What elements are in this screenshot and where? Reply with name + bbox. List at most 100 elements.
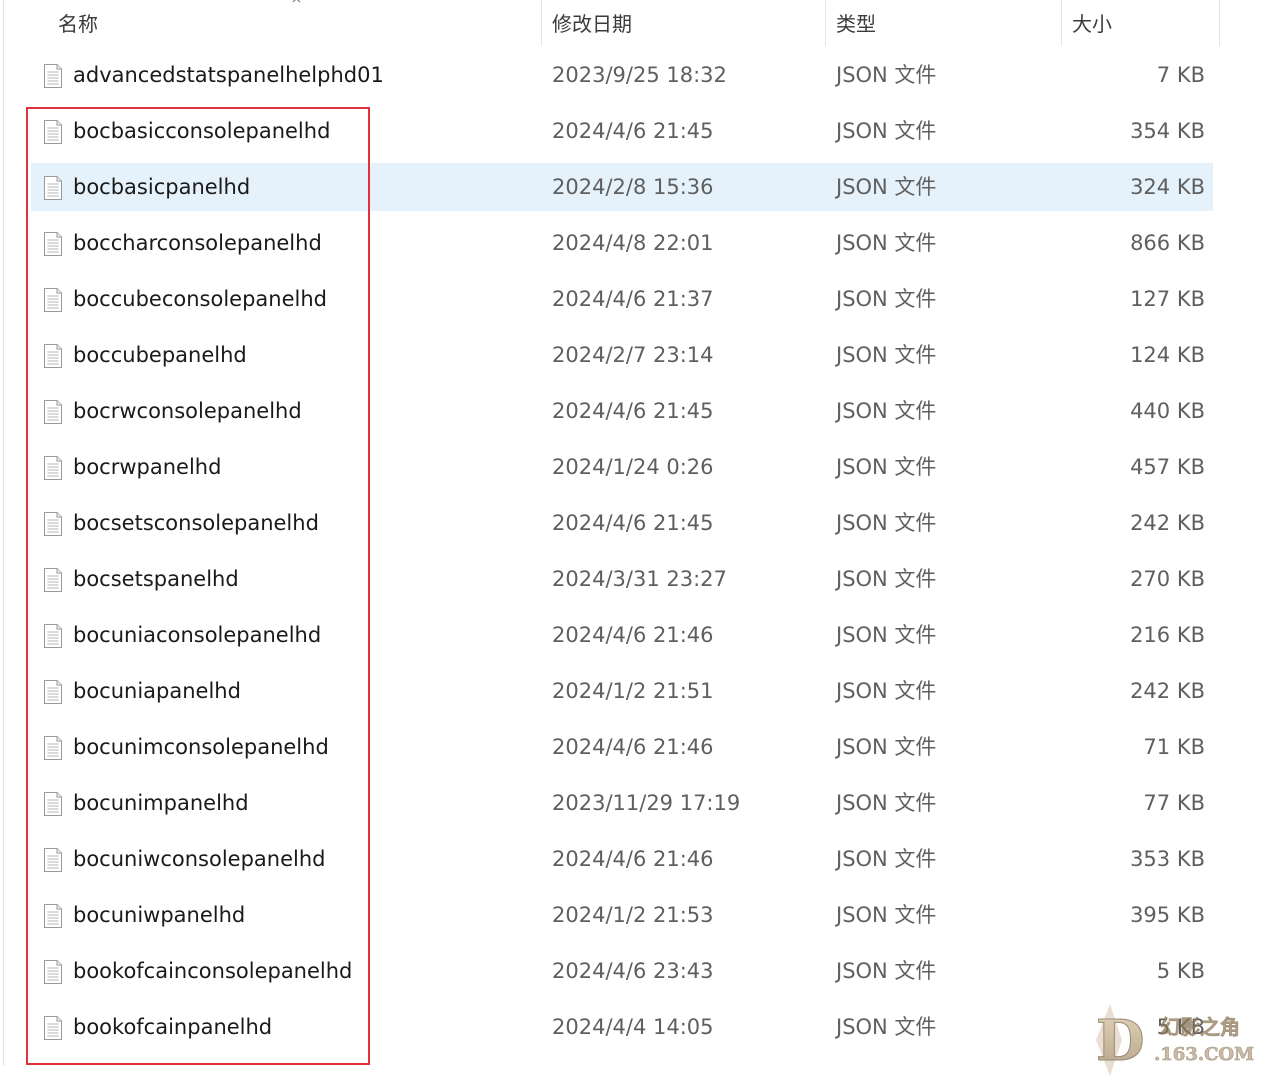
file-row[interactable]: bocsetsconsolepanelhd 2024/4/6 21:45 JSON …: [31, 499, 1213, 547]
file-modified-date: 2024/4/6 21:45: [552, 399, 714, 423]
watermark-text: 幻影之角: [1160, 1015, 1240, 1039]
file-modified-date: 2024/4/4 14:05: [552, 1015, 714, 1039]
column-divider[interactable]: [825, 0, 826, 46]
file-modified-date: 2024/4/6 21:37: [552, 287, 714, 311]
file-type: JSON 文件: [836, 343, 937, 367]
file-name: bocbasicpanelhd: [73, 175, 251, 199]
file-row[interactable]: boccubeconsolepanelhd 2024/4/6 21:37 JSON …: [31, 275, 1213, 323]
file-name: bocsetspanelhd: [73, 567, 239, 591]
file-name: bocsetsconsolepanelhd: [73, 511, 319, 535]
json-file-icon: [44, 792, 62, 816]
window-left-border: [3, 0, 4, 1066]
file-row[interactable]: bocunimpanelhd 2023/11/29 17:19 JSON 文件 77 …: [31, 779, 1213, 827]
file-modified-date: 2024/4/6 21:45: [552, 119, 714, 143]
json-file-icon: [44, 624, 62, 648]
file-name: boccubeconsolepanelhd: [73, 287, 327, 311]
file-name: bocrwconsolepanelhd: [73, 399, 302, 423]
json-file-icon: [44, 288, 62, 312]
file-size: 270 KB: [1130, 567, 1205, 591]
file-row[interactable]: bocbasicconsolepanelhd 2024/4/6 21:45 JSON…: [31, 107, 1213, 155]
file-size: 216 KB: [1130, 623, 1205, 647]
json-file-icon: [44, 1016, 62, 1040]
file-row[interactable]: bocbasicpanelhd 2024/2/8 15:36 JSON 文件 324 …: [31, 163, 1213, 211]
json-file-icon: [44, 680, 62, 704]
column-header-size[interactable]: 大小: [1072, 0, 1112, 46]
file-modified-date: 2023/9/25 18:32: [552, 63, 727, 87]
json-file-icon: [44, 400, 62, 424]
file-row[interactable]: bocrwconsolepanelhd 2024/4/6 21:45 JSON 文件…: [31, 387, 1213, 435]
file-modified-date: 2024/2/8 15:36: [552, 175, 714, 199]
json-file-icon: [44, 960, 62, 984]
file-modified-date: 2024/2/7 23:14: [552, 343, 714, 367]
file-size: 866 KB: [1130, 231, 1205, 255]
site-watermark-logo: D 幻影之角 .163.COM: [1096, 1004, 1254, 1076]
json-file-icon: [44, 232, 62, 256]
file-type: JSON 文件: [836, 623, 937, 647]
file-name: bocuniwconsolepanelhd: [73, 847, 326, 871]
file-size: 5 KB: [1156, 959, 1205, 983]
file-modified-date: 2024/4/6 23:43: [552, 959, 714, 983]
column-divider[interactable]: [1219, 0, 1220, 46]
file-name: bookofcainconsolepanelhd: [73, 959, 353, 983]
file-type: JSON 文件: [836, 959, 937, 983]
column-divider[interactable]: [541, 0, 542, 46]
file-row[interactable]: bookofcainconsolepanelhd 2024/4/6 23:43 JS…: [31, 947, 1213, 995]
file-type: JSON 文件: [836, 735, 937, 759]
file-row[interactable]: boccharconsolepanelhd 2024/4/8 22:01 JSON …: [31, 219, 1213, 267]
file-row[interactable]: bocsetspanelhd 2024/3/31 23:27 JSON 文件 270 …: [31, 555, 1213, 603]
file-name: bocbasicconsolepanelhd: [73, 119, 331, 143]
column-divider[interactable]: [1061, 0, 1062, 46]
file-size: 440 KB: [1130, 399, 1205, 423]
file-name: boccharconsolepanelhd: [73, 231, 322, 255]
file-modified-date: 2024/4/6 21:46: [552, 623, 714, 647]
column-header-name[interactable]: 名称: [58, 0, 98, 46]
file-type: JSON 文件: [836, 119, 937, 143]
json-file-icon: [44, 736, 62, 760]
json-file-icon: [44, 568, 62, 592]
file-size: 242 KB: [1130, 679, 1205, 703]
file-row[interactable]: advancedstatspanelhelphd01 2023/9/25 18:3…: [31, 51, 1213, 99]
watermark-text: .163.COM: [1154, 1044, 1254, 1065]
file-size: 457 KB: [1130, 455, 1205, 479]
file-size: 71 KB: [1143, 735, 1205, 759]
file-row[interactable]: boccubepanelhd 2024/2/7 23:14 JSON 文件 124 K…: [31, 331, 1213, 379]
file-size: 124 KB: [1130, 343, 1205, 367]
file-row[interactable]: bocunimconsolepanelhd 2024/4/6 21:46 JSON …: [31, 723, 1213, 771]
json-file-icon: [44, 120, 62, 144]
json-file-icon: [44, 456, 62, 480]
file-type: JSON 文件: [836, 63, 937, 87]
file-size: 324 KB: [1130, 175, 1205, 199]
file-row[interactable]: bocuniwpanelhd 2024/1/2 21:53 JSON 文件 395 K…: [31, 891, 1213, 939]
file-size: 242 KB: [1130, 511, 1205, 535]
json-file-icon: [44, 848, 62, 872]
json-file-icon: [44, 176, 62, 200]
column-header-date[interactable]: 修改日期: [552, 0, 632, 46]
file-row[interactable]: bookofcainpanelhd 2024/4/4 14:05 JSON 文件 5 …: [31, 1003, 1213, 1051]
file-row[interactable]: bocuniapanelhd 2024/1/2 21:51 JSON 文件 242 K…: [31, 667, 1213, 715]
file-type: JSON 文件: [836, 847, 937, 871]
file-name: bocuniwpanelhd: [73, 903, 246, 927]
watermark-text: D: [1096, 1008, 1145, 1074]
file-row[interactable]: bocuniwconsolepanelhd 2024/4/6 21:46 JSON …: [31, 835, 1213, 883]
json-file-icon: [44, 344, 62, 368]
json-file-icon: [44, 512, 62, 536]
column-header-bar: ^ 名称 修改日期 类型 大小: [4, 0, 1280, 46]
file-type: JSON 文件: [836, 287, 937, 311]
file-type: JSON 文件: [836, 679, 937, 703]
file-size: 127 KB: [1130, 287, 1205, 311]
file-row[interactable]: bocrwpanelhd 2024/1/24 0:26 JSON 文件 457 KB: [31, 443, 1213, 491]
file-type: JSON 文件: [836, 791, 937, 815]
file-type: JSON 文件: [836, 511, 937, 535]
file-name: bocunimpanelhd: [73, 791, 249, 815]
file-name: boccubepanelhd: [73, 343, 247, 367]
file-type: JSON 文件: [836, 903, 937, 927]
file-modified-date: 2023/11/29 17:19: [552, 791, 741, 815]
file-type: JSON 文件: [836, 1015, 937, 1039]
column-header-type[interactable]: 类型: [836, 0, 876, 46]
file-type: JSON 文件: [836, 399, 937, 423]
file-type: JSON 文件: [836, 231, 937, 255]
sort-ascending-icon: ^: [291, 0, 302, 12]
file-modified-date: 2024/1/24 0:26: [552, 455, 714, 479]
file-modified-date: 2024/4/6 21:46: [552, 735, 714, 759]
file-row[interactable]: bocuniaconsolepanelhd 2024/4/6 21:46 JSON …: [31, 611, 1213, 659]
